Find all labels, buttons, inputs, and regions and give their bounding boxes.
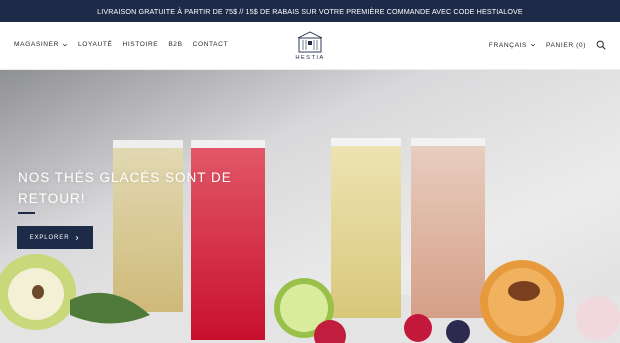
main-nav: MAGASINER LOYAUTÉ HISTOIRE B2B CONTACT: [14, 41, 228, 48]
chevron-down-icon: [531, 43, 536, 47]
nav-loyalty[interactable]: LOYAUTÉ: [78, 41, 113, 48]
language-selector[interactable]: FRANÇAIS: [489, 42, 536, 49]
chevron-down-icon: [62, 43, 68, 46]
hero-banner: NOS THÉS GLACÉS SONT DE RETOUR! EXPLORER: [0, 70, 620, 343]
hero-title-line2: RETOUR!: [18, 191, 86, 206]
glass-1: [113, 140, 183, 312]
announcement-text: LIVRAISON GRATUITE À PARTIR DE 75$ // 15…: [97, 6, 523, 16]
explore-button[interactable]: EXPLORER: [17, 226, 93, 249]
hero-divider: [18, 212, 35, 214]
hero-title: NOS THÉS GLACÉS SONT DE RETOUR!: [18, 167, 238, 209]
glass-3: [331, 138, 401, 318]
logo-text: HESTIA: [295, 55, 325, 61]
glass-4: [411, 138, 485, 318]
search-icon[interactable]: [596, 40, 606, 50]
announcement-bar: LIVRAISON GRATUITE À PARTIR DE 75$ // 15…: [0, 0, 620, 22]
hestia-logo[interactable]: HESTIA: [292, 30, 328, 62]
hero-title-line1: NOS THÉS GLACÉS SONT DE: [18, 170, 232, 185]
header-actions: FRANÇAIS PANIER (0): [489, 40, 606, 50]
cart-link[interactable]: PANIER (0): [546, 42, 586, 49]
logo-mark: [297, 31, 323, 53]
nav-shop-label: MAGASINER: [14, 41, 59, 48]
nav-shop[interactable]: MAGASINER: [14, 41, 68, 48]
explore-button-label: EXPLORER: [29, 234, 70, 241]
language-label: FRANÇAIS: [488, 41, 528, 49]
nav-history[interactable]: HISTOIRE: [122, 41, 158, 48]
site-header: MAGASINER LOYAUTÉ HISTOIRE B2B CONTACT H…: [0, 22, 620, 70]
chevron-right-icon: [76, 235, 79, 240]
nav-b2b[interactable]: B2B: [168, 41, 182, 48]
nav-contact[interactable]: CONTACT: [193, 41, 229, 48]
